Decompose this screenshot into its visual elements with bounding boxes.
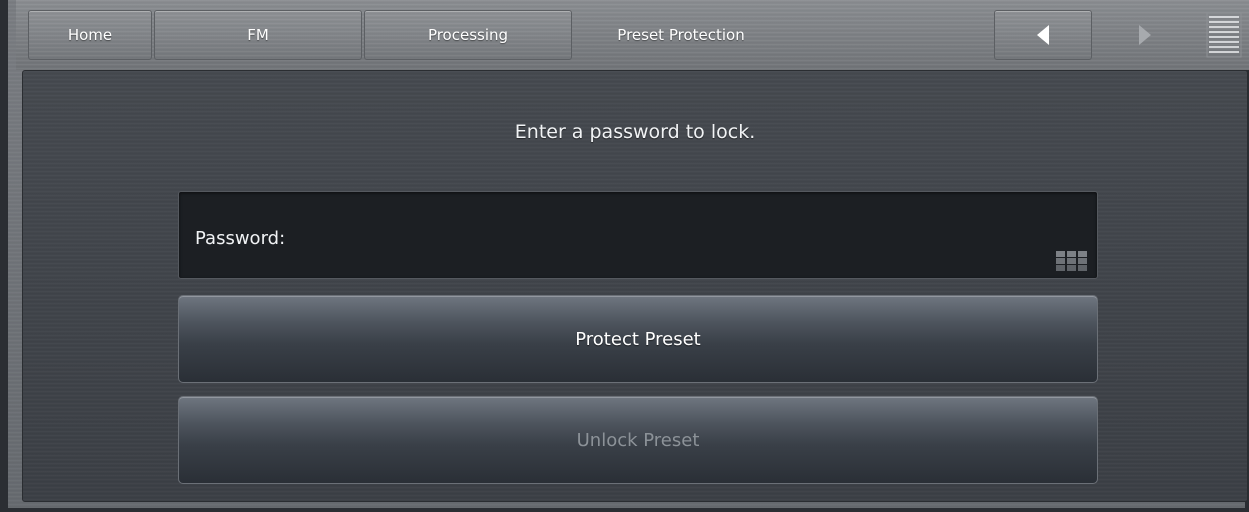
nav-processing-label: Processing: [427, 26, 509, 44]
forward-button[interactable]: [1096, 10, 1194, 60]
app-window: Home FM Processing Preset Protection Ent…: [0, 0, 1249, 512]
triangle-right-icon: [1139, 25, 1151, 45]
menu-lines-icon: [1206, 12, 1242, 58]
instruction-text: Enter a password to lock.: [514, 121, 756, 143]
top-navigation-bar: Home FM Processing Preset Protection: [16, 0, 1249, 70]
password-label: Password:: [195, 228, 286, 249]
unlock-preset-button[interactable]: Unlock Preset: [178, 396, 1098, 484]
nav-home-button[interactable]: Home: [28, 10, 152, 60]
nav-fm-label: FM: [247, 26, 269, 44]
keypad-grid-icon: [1056, 251, 1087, 271]
preset-protection-panel: Enter a password to lock. Password: Prot…: [22, 70, 1248, 502]
nav-processing-button[interactable]: Processing: [364, 10, 572, 60]
back-button[interactable]: [994, 10, 1092, 60]
password-field[interactable]: Password:: [178, 191, 1098, 279]
protect-preset-button[interactable]: Protect Preset: [178, 295, 1098, 383]
page-title: Preset Protection: [617, 26, 745, 44]
protect-preset-label: Protect Preset: [575, 328, 701, 350]
nav-home-label: Home: [67, 26, 113, 44]
menu-button[interactable]: [1204, 10, 1244, 60]
triangle-left-icon: [1037, 25, 1049, 45]
nav-fm-button[interactable]: FM: [154, 10, 362, 60]
unlock-preset-label: Unlock Preset: [576, 429, 700, 451]
